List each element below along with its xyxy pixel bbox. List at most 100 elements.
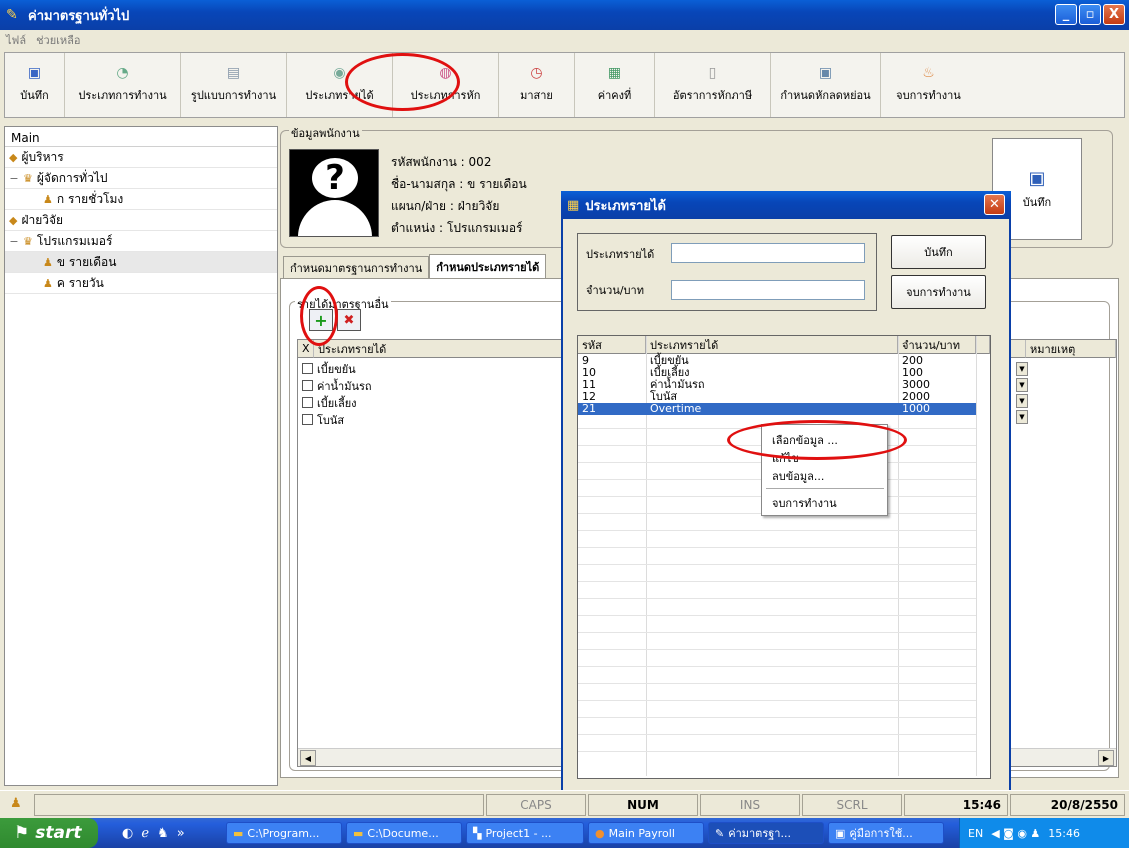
tree-item-executive[interactable]: ◆ ผู้บริหาร [5,147,277,168]
folder-icon: ▬ [233,826,244,840]
scroll-left-icon[interactable]: ◀ [300,750,316,766]
tab-income-type[interactable]: กำหนดประเภทรายได้ [429,254,547,278]
position-icon: ♛ [23,171,33,185]
row-dropdown-button[interactable]: ▼ [1016,410,1028,424]
task-program-folder[interactable]: ▬ C:\Program... [226,822,342,844]
income-type-grid: รหัส ประเภทรายได้ จำนวน/บาท 9 เบี้ยขยัน 20… [577,335,991,779]
highlight-ring [300,286,338,346]
worktype-icon: ◔ [116,65,129,81]
dialog-save-button[interactable]: บันทึก [891,235,986,269]
row-checkbox[interactable] [302,397,313,408]
word-icon: ▣ [835,826,846,840]
income-row: โบนัส [298,411,344,428]
tool-workpattern-button[interactable]: ▤ รูปแบบการทำงาน [181,53,287,117]
collapse-icon[interactable]: − [9,172,19,185]
status-num: NUM [588,794,698,816]
highlight-ring [345,53,460,111]
toolbar: ▣ บันทึก ◔ ประเภทการทำงาน ▤ รูปแบบการทำงาน … [4,52,1125,118]
tree-item-gm[interactable]: − ♛ ผู้จัดการทั่วไป [5,168,277,189]
menu-separator [766,488,884,489]
windows-logo-icon: ⚑ [14,823,30,843]
income-row: เบี้ยขยัน [298,360,356,377]
status-ins: INS [700,794,800,816]
task-documents-folder[interactable]: ▬ C:\Docume... [346,822,462,844]
menu-exit[interactable]: จบการทำงาน [762,494,887,512]
tool-worktype-button[interactable]: ◔ ประเภทการทำงาน [65,53,181,117]
tool-allowance-button[interactable]: ▣ กำหนดหักลดหย่อน [771,53,881,117]
app-quick-icon[interactable]: ♞ [157,826,169,841]
row-dropdown-button[interactable]: ▼ [1016,362,1028,376]
task-project1[interactable]: ▚ Project1 - ... [466,822,584,844]
tree-item-emp-daily[interactable]: ♟ ค รายวัน [5,273,277,294]
tool-save-button[interactable]: ▣ บันทึก [5,53,65,117]
tool-exit-button[interactable]: ♨ จบการทำงาน [881,53,976,117]
row-checkbox[interactable] [302,414,313,425]
task-main-payroll[interactable]: ● Main Payroll [588,822,704,844]
app-icon: ✎ [715,826,725,840]
taskbar: ⚑ start ◐ ℯ ♞ » ▬ C:\Program... ▬ C:\Docume...… [0,818,1129,848]
col-note[interactable]: หมายเหตุ [1026,340,1116,358]
col-type[interactable]: ประเภทรายได้ [646,336,898,354]
income-type-input[interactable] [671,243,865,263]
media-icon[interactable]: ◐ [122,826,133,841]
menu-delete-data[interactable]: ลบข้อมูล... [762,467,887,485]
window-title: ค่ามาตรฐานทั่วไป [28,8,130,24]
dialog-title: ประเภทรายได้ [585,198,666,214]
employee-id: 002 [468,155,492,169]
tool-late-button[interactable]: ◷ มาสาย [499,53,575,117]
more-icon[interactable]: » [177,826,185,841]
employee-info-legend: ข้อมูลพนักงาน [289,124,362,142]
dialog-close-button[interactable]: ✕ [984,194,1005,215]
tree-item-programmer[interactable]: − ♛ โปรแกรมเมอร์ [5,231,277,252]
collapse-icon[interactable]: − [9,235,19,248]
status-caps: CAPS [486,794,586,816]
tree-item-emp-monthly[interactable]: ♟ ข รายเดือน [5,252,277,273]
task-word-doc[interactable]: ▣ คู่มือการใช้... [828,822,944,844]
tab-strip: กำหนดมาตรฐานการทำงาน กำหนดประเภทรายได้ [283,254,547,278]
row-checkbox[interactable] [302,363,313,374]
dialog-form: ประเภทรายได้ จำนวน/บาท [577,233,877,311]
tree-item-emp-hourly[interactable]: ♟ ก รายชั่วโมง [5,189,277,210]
late-icon: ◷ [530,65,543,81]
title-bar: ✎ ค่ามาตรฐานทั่วไป _ ▫ X [0,0,1129,30]
status-scrl: SCRL [802,794,902,816]
person-icon: ♟ [43,255,53,269]
status-bar: ♟ CAPS NUM INS SCRL 15:46 20/8/2550 [0,790,1129,818]
close-button[interactable]: X [1103,4,1125,25]
menu-bar: ไฟล์ ช่วยเหลือ [0,30,1129,50]
employee-id-row: รหัสพนักงาน : 002 [391,155,492,169]
tab-work-standard[interactable]: กำหนดมาตรฐานการทำงาน [283,256,430,278]
minimize-button[interactable]: _ [1055,4,1077,25]
dialog-exit-button[interactable]: จบการทำงาน [891,275,986,309]
menu-help[interactable]: ช่วยเหลือ [36,31,80,49]
start-button[interactable]: ⚑ start [0,818,98,848]
tray-clock: 15:46 [1048,826,1080,840]
income-row: เบี้ยเลี้ยง [298,394,357,411]
row-dropdown-button[interactable]: ▼ [1016,394,1028,408]
tree-item-research[interactable]: ◆ ฝ่ายวิจัย [5,210,277,231]
employee-dept: ฝ่ายวิจัย [457,199,500,213]
app-icon: ✎ [6,7,18,23]
scroll-right-icon[interactable]: ▶ [1098,750,1114,766]
workpattern-icon: ▤ [226,65,241,81]
col-code[interactable]: รหัส [578,336,646,354]
tray-icons[interactable]: ◀ ◙ ◉ ♟ [991,827,1040,840]
browser-icon[interactable]: ℯ [141,826,149,841]
menu-file[interactable]: ไฟล์ [6,31,26,49]
task-active-window[interactable]: ✎ ค่ามาตรฐา... [708,822,824,844]
row-checkbox[interactable] [302,380,313,391]
tool-constant-button[interactable]: ▦ ค่าคงที่ [575,53,655,117]
amount-input[interactable] [671,280,865,300]
row-dropdown-button[interactable]: ▼ [1016,378,1028,392]
restore-button[interactable]: ▫ [1079,4,1101,25]
position-icon: ♛ [23,234,33,248]
person-icon: ♟ [43,276,53,290]
tool-tax-button[interactable]: ▯ อัตราการหักภาษี [655,53,771,117]
delete-income-button[interactable]: ✖ [337,309,361,331]
employee-dept-row: แผนก/ฝ่าย : ฝ่ายวิจัย [391,199,500,213]
language-indicator[interactable]: EN [968,827,983,840]
income-type-row-selected[interactable]: 21 Overtime 1000 [578,403,976,415]
quick-launch: ◐ ℯ ♞ » [122,826,222,841]
income-icon: ◉ [333,65,346,81]
col-amount[interactable]: จำนวน/บาท [898,336,976,354]
